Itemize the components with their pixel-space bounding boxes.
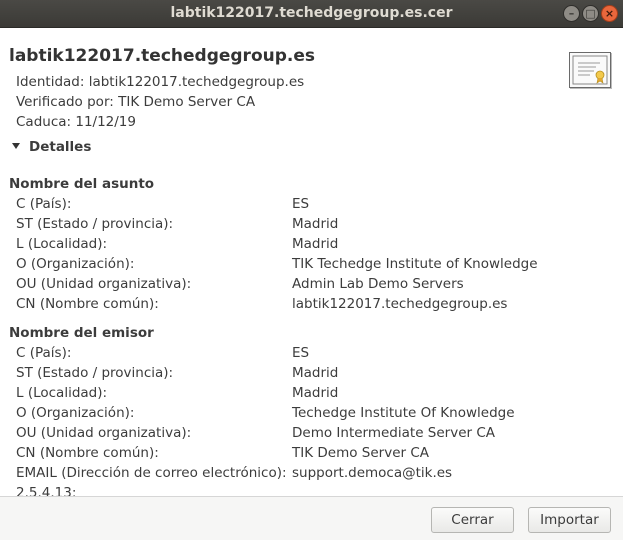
issuer-row-label: L (Localidad): [16,385,108,401]
details-label: Detalles [29,139,92,155]
import-button[interactable]: Importar [528,507,611,533]
issuer-row-value: ES [292,345,310,361]
dialog-action-bar: Cerrar Importar [0,496,623,540]
subject-row-label: O (Organización): [16,256,135,272]
issuer-row-label: C (País): [16,345,72,361]
issuer-row-value: support.democa@tik.es [292,465,453,481]
expires-line: Caduca: 11/12/19 [16,114,136,130]
certificate-title: labtik122017.techedgegroup.es [9,46,315,66]
subject-row-value: ES [292,196,310,212]
details-expander[interactable]: Detalles [12,139,91,155]
window-title: labtik122017.techedgegroup.es.cer [170,5,453,21]
subject-row-value: Admin Lab Demo Servers [292,276,464,292]
subject-row-label: CN (Nombre común): [16,296,159,312]
certificate-viewer[interactable]: labtik122017.techedgegroup.es Identidad:… [0,28,623,496]
subject-row-value: TIK Techedge Institute of Knowledge [292,256,538,272]
subject-row-label: ST (Estado / provincia): [16,216,174,232]
issuer-section-title: Nombre del emisor [9,325,154,341]
issuer-row-label: EMAIL (Dirección de correo electrónico): [16,465,287,481]
issuer-row-value: Madrid [292,365,339,381]
subject-row-label: C (País): [16,196,72,212]
window-titlebar: – □ × labtik122017.techedgegroup.es.cer [0,0,623,28]
issuer-row-label: O (Organización): [16,405,135,421]
subject-section-title: Nombre del asunto [9,176,155,192]
subject-row-value: Madrid [292,236,339,252]
identity-line: Identidad: labtik122017.techedgegroup.es [16,74,305,90]
issuer-row-value: Demo Intermediate Server CA [292,425,496,441]
verified-by-line: Verificado por: TIK Demo Server CA [16,94,256,110]
issuer-row-label: 2.5.4.13: [16,485,77,496]
issuer-row-value: Madrid [292,385,339,401]
issuer-row-label: CN (Nombre común): [16,445,159,461]
subject-row-value: Madrid [292,216,339,232]
close-button[interactable]: Cerrar [431,507,514,533]
expander-arrow-icon [12,143,20,149]
issuer-row-label: OU (Unidad organizativa): [16,425,192,441]
subject-row-label: L (Localidad): [16,236,108,252]
issuer-row-value: TIK Demo Server CA [292,445,429,461]
subject-row-label: OU (Unidad organizativa): [16,276,192,292]
certificate-icon [569,52,611,88]
issuer-row-value: Techedge Institute Of Knowledge [292,405,515,421]
issuer-row-label: ST (Estado / provincia): [16,365,174,381]
subject-row-value: labtik122017.techedgegroup.es [292,296,508,312]
